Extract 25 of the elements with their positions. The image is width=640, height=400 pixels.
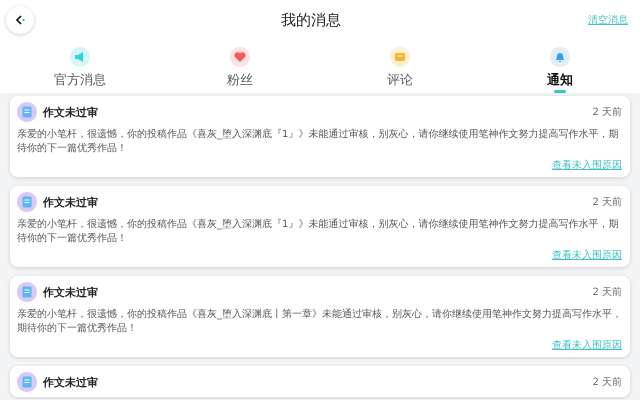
message-title: 作文未过审 (43, 104, 99, 120)
document-icon (17, 372, 37, 392)
message-time: 2 天前 (592, 106, 622, 119)
megaphone-icon (70, 46, 90, 67)
message-time: 2 天前 (592, 286, 622, 299)
document-icon (17, 102, 37, 122)
back-arrow-icon (14, 14, 26, 26)
message-text: 亲爱的小笔杆，很遗憾，你的投稿作品《喜灰_堕入深渊底『1』》未能通过审核，别灰心，请你继续使用笔神作文努力提高写作水平，期待你的下一篇优秀作品！ (17, 128, 620, 156)
back-button[interactable] (6, 6, 34, 34)
document-icon (17, 282, 37, 302)
message-title: 作文未过审 (43, 374, 99, 390)
page-title: 我的消息 (280, 10, 342, 30)
message-time: 2 天前 (592, 376, 622, 389)
message-time: 2 天前 (592, 196, 622, 209)
bell-icon (550, 46, 570, 67)
tab[interactable]: 粉丝 (160, 40, 320, 93)
message-title: 作文未过审 (43, 284, 99, 300)
tab[interactable]: 评论 (320, 40, 480, 93)
document-icon (17, 192, 37, 212)
message-text: 亲爱的小笔杆，很遗憾，你的投稿作品《喜灰_堕入深渊底『1』》未能通过审核，别灰心，请你继续使用笔神作文努力提高写作水平，期待你的下一篇优秀作品！ (17, 218, 620, 246)
message-text: 亲爱的小笔杆，很遗憾，你的投稿作品《喜灰_堕入深渊底丨第一章》未能通过审核，别灰心，请你继续使用笔神作文努力提高写作水平，期待你的下一篇优秀作品！ (17, 308, 622, 336)
tab[interactable]: 官方消息 (0, 40, 160, 93)
tab[interactable]: 通知 (480, 40, 640, 93)
envelope-icon (390, 46, 410, 67)
message-title: 作文未过审 (43, 194, 99, 210)
